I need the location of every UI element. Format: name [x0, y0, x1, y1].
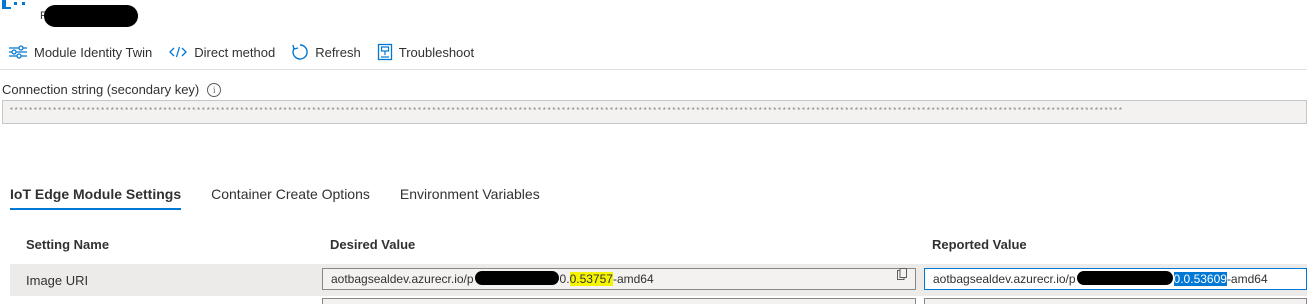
column-header-reported-value: Reported Value	[932, 237, 1027, 252]
connection-string-field[interactable]: ****************************************…	[2, 100, 1307, 124]
reported-value-field[interactable]: aotbagsealdev.azurecr.io/p 0.0.53609-amd6…	[924, 268, 1307, 290]
connection-string-label-text: Connection string (secondary key)	[2, 82, 200, 97]
desired-value-suffix: -amd64	[612, 272, 654, 286]
refresh-label: Refresh	[315, 44, 361, 60]
module-identity-twin-button[interactable]: Module Identity Twin	[8, 45, 152, 60]
troubleshoot-label: Troubleshoot	[398, 44, 475, 60]
desired-version-highlight: 0.53757	[569, 272, 613, 286]
next-row-desired-field[interactable]	[322, 298, 916, 304]
setting-name-cell: Image URI	[26, 273, 89, 288]
settings-sliders-icon	[9, 45, 27, 59]
settings-tabs: IoT Edge Module Settings Container Creat…	[10, 186, 570, 210]
desired-value-prefix: aotbagsealdev.azurecr.io/p	[331, 272, 474, 286]
next-row-reported-field[interactable]	[924, 298, 1307, 304]
info-icon[interactable]: i	[207, 82, 222, 97]
tab-iot-edge-module-settings[interactable]: IoT Edge Module Settings	[10, 186, 182, 210]
column-header-setting-name: Setting Name	[26, 237, 110, 252]
desired-value-pre-highlight: 0.	[559, 272, 570, 286]
refresh-button[interactable]: Refresh	[291, 43, 361, 61]
module-identity-twin-label: Module Identity Twin	[34, 44, 153, 60]
tab-environment-variables[interactable]: Environment Variables	[400, 186, 540, 210]
refresh-icon	[292, 44, 308, 60]
direct-method-label: Direct method	[194, 44, 276, 60]
reported-value-prefix: aotbagsealdev.azurecr.io/p	[933, 272, 1076, 286]
azure-iot-edge-icon	[2, 0, 25, 9]
reported-version-selection: 0.0.53609	[1173, 272, 1227, 286]
column-header-desired-value: Desired Value	[330, 237, 416, 252]
code-icon	[169, 46, 188, 58]
toolbar-divider	[0, 69, 1307, 70]
command-toolbar: Module Identity Twin Direct method Refre…	[8, 41, 490, 63]
reported-value-suffix: -amd64	[1226, 272, 1268, 286]
redaction-mark	[44, 5, 138, 27]
desired-value-field[interactable]: aotbagsealdev.azurecr.io/p 0.0.53757-amd6…	[322, 268, 916, 290]
connection-string-label: Connection string (secondary key) i	[2, 82, 222, 97]
redaction-mark	[474, 271, 559, 285]
tab-container-create-options[interactable]: Container Create Options	[211, 186, 370, 210]
troubleshoot-button[interactable]: Troubleshoot	[377, 43, 474, 61]
troubleshoot-icon	[377, 43, 392, 61]
redaction-mark	[1076, 271, 1173, 285]
copy-icon[interactable]	[897, 268, 907, 280]
direct-method-button[interactable]: Direct method	[168, 45, 275, 60]
